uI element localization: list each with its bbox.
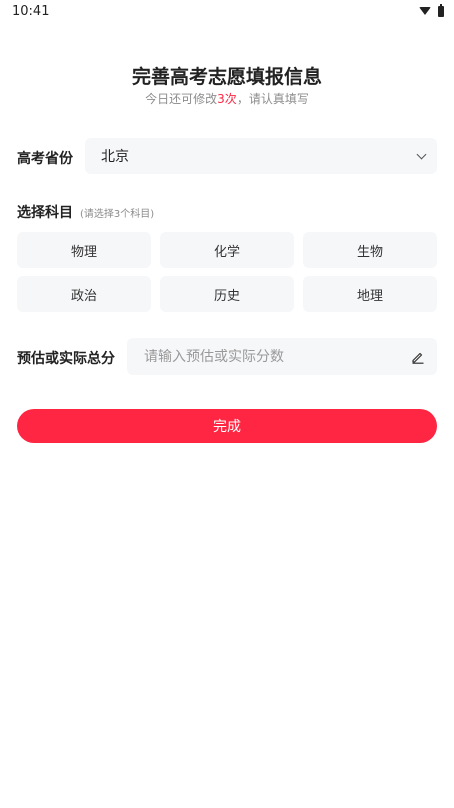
wifi-icon (419, 7, 431, 15)
subject-hint: (请选择3个科目) (80, 209, 155, 220)
subject-grid: 物理 化学 生物 政治 历史 地理 (17, 232, 437, 312)
subject-button-geography[interactable]: 地理 (303, 276, 437, 312)
status-icons (419, 3, 444, 17)
province-select[interactable]: 北京 (85, 138, 437, 174)
submit-button[interactable]: 完成 (17, 409, 437, 443)
page-title: 完善高考志愿填报信息 (131, 66, 322, 88)
subtitle-remaining-count: 3次 (217, 92, 237, 106)
status-bar: 10:41 (0, 0, 454, 22)
subject-button-biology[interactable]: 生物 (303, 232, 437, 268)
subject-button-physics[interactable]: 物理 (17, 232, 151, 268)
subject-button-history[interactable]: 历史 (160, 276, 294, 312)
province-label: 高考省份 (17, 151, 73, 167)
page-subtitle: 今日还可修改3次，请认真填写 (0, 90, 454, 107)
subject-label: 选择科目 (17, 205, 73, 221)
province-value: 北京 (101, 149, 129, 165)
subject-button-politics[interactable]: 政治 (17, 276, 151, 312)
score-field (127, 338, 437, 375)
edit-pencil-icon[interactable] (411, 350, 425, 364)
subtitle-prefix: 今日还可修改 (145, 92, 218, 106)
chevron-down-icon (416, 149, 427, 159)
score-label: 预估或实际总分 (17, 351, 115, 367)
score-input[interactable] (144, 348, 411, 365)
status-time: 10:41 (12, 3, 50, 19)
battery-icon (438, 3, 444, 17)
subject-button-chemistry[interactable]: 化学 (160, 232, 294, 268)
subtitle-suffix: ，请认真填写 (236, 92, 309, 106)
